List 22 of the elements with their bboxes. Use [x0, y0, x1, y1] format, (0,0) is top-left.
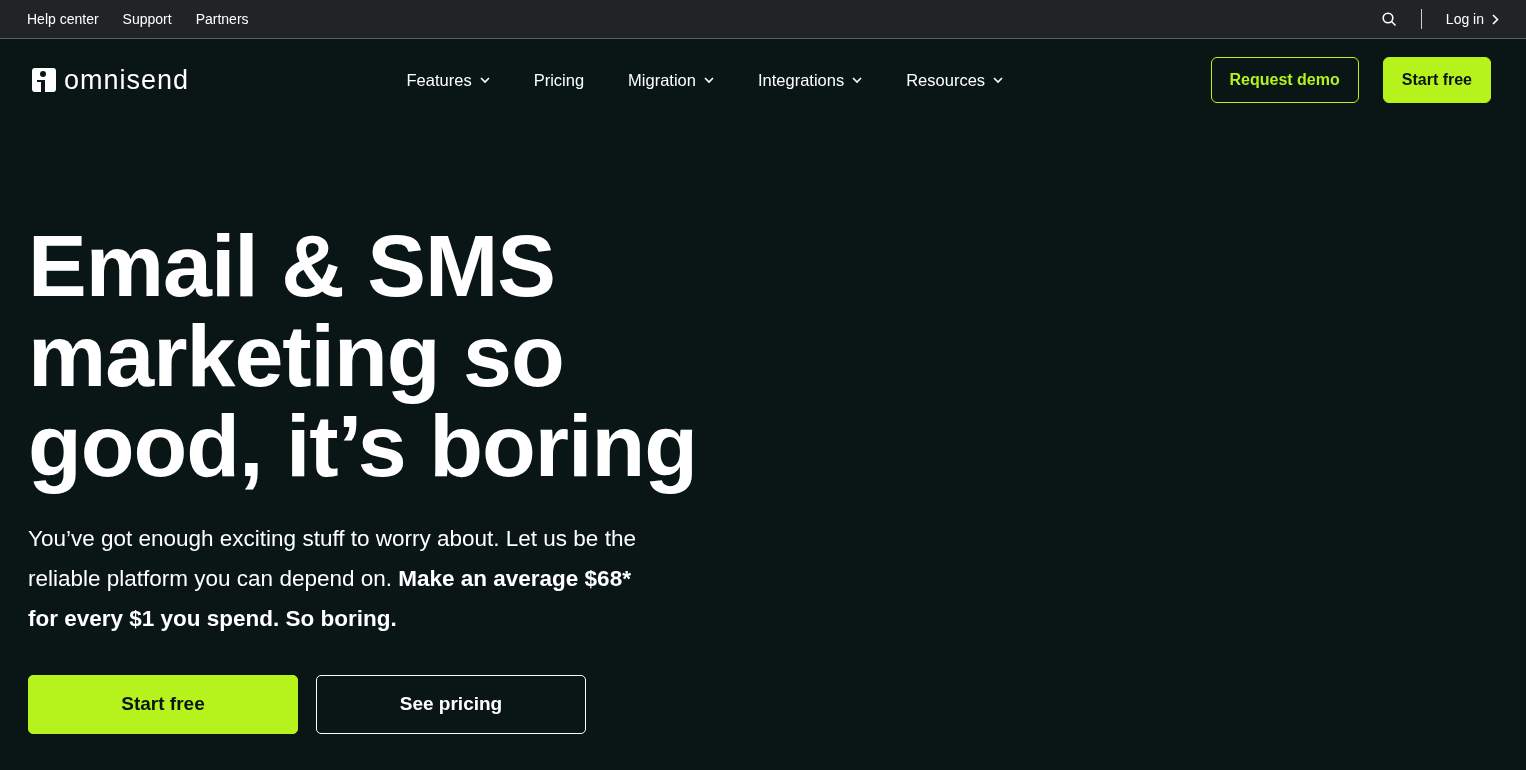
pricing-button[interactable]: See pricing	[316, 675, 586, 734]
chevron-right-icon	[1492, 13, 1499, 25]
caret-icon	[479, 76, 490, 84]
nav-item[interactable]: Migration	[628, 67, 714, 93]
top-link[interactable]: Partners	[195, 8, 249, 30]
start-button[interactable]: Start free	[28, 675, 298, 734]
nav-item[interactable]: Pricing	[533, 67, 585, 93]
nav-item[interactable]: Integrations	[757, 67, 863, 93]
caret-icon	[993, 76, 1004, 84]
top-link[interactable]: Help center	[27, 8, 99, 30]
login-link[interactable]: Log in	[1445, 8, 1499, 30]
logo-icon	[32, 68, 56, 92]
nav-item[interactable]: Resources	[906, 67, 1004, 93]
caret-icon	[703, 76, 714, 84]
search-icon[interactable]	[1381, 11, 1397, 27]
demo-button[interactable]: Request demo	[1210, 57, 1359, 103]
caret-icon	[852, 76, 863, 84]
hero-text: You’ve got enough exciting stuff to worry about. Let us be the reliable platform you can depend on. Make an average $68* for every $1 you spend. So boring.	[28, 525, 637, 633]
start-button[interactable]: Start free	[1382, 57, 1491, 103]
nav-item[interactable]: Features	[406, 67, 490, 93]
brand-logo[interactable]: omnisend	[32, 59, 190, 101]
top-link[interactable]: Support	[122, 8, 172, 30]
